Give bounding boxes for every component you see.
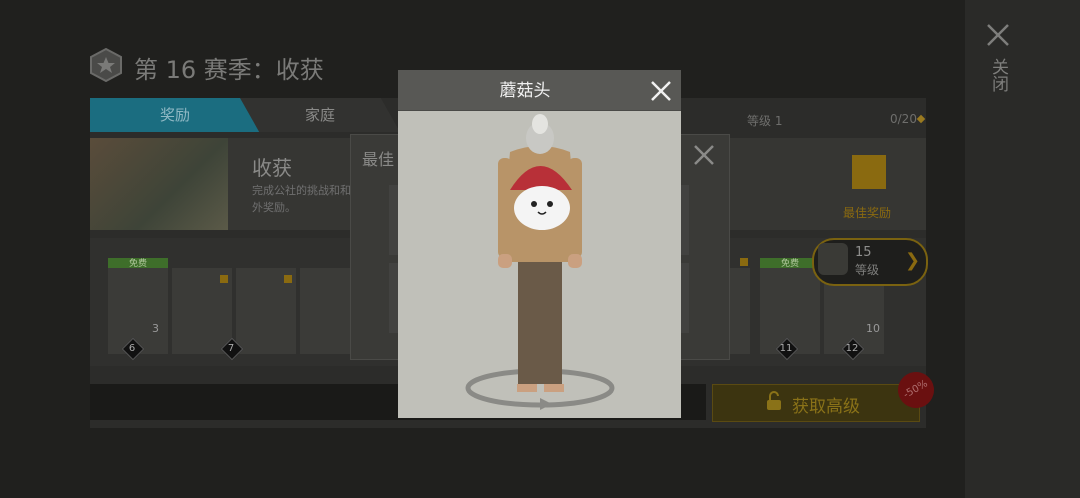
unlock-icon	[767, 391, 781, 410]
best-reward-label[interactable]: 最佳奖励	[843, 204, 891, 221]
get-premium-label[interactable]: 获取高级	[792, 392, 860, 417]
back-dialog-title: 最佳	[362, 150, 395, 169]
lock-icon	[284, 275, 292, 283]
season-banner-art	[90, 138, 228, 230]
level-pill-label: 等级	[855, 263, 880, 277]
character-model[interactable]	[440, 112, 640, 418]
level-progress: 0/20	[890, 112, 917, 126]
level-pill-value: 15	[855, 245, 872, 260]
lock-icon	[220, 275, 228, 283]
tab-family[interactable]: 家庭	[240, 98, 400, 132]
tier-number: 6	[128, 343, 136, 354]
season-title: 第 16 赛季：收获	[134, 56, 324, 84]
close-icon[interactable]	[692, 143, 716, 167]
close-icon[interactable]	[650, 80, 672, 102]
close-icon[interactable]	[985, 22, 1011, 48]
backpack-icon	[818, 243, 848, 275]
lock-icon	[740, 258, 748, 266]
item-count: 10	[866, 322, 880, 335]
best-reward-icon[interactable]	[852, 155, 886, 189]
right-panel	[965, 0, 1080, 498]
tab-rewards[interactable]: 奖励	[90, 98, 260, 132]
tier-number: 12	[845, 343, 859, 354]
close-label[interactable]: 关闭	[986, 58, 1008, 92]
reward-slot[interactable]	[728, 268, 750, 354]
dialog-title: 蘑菇头	[499, 81, 551, 101]
item-count: 3	[152, 322, 159, 335]
chevron-right-icon[interactable]: ❯	[905, 250, 920, 271]
banner-title: 收获	[252, 156, 292, 180]
tier-number: 7	[227, 343, 235, 354]
level-label: 等级 1	[747, 114, 783, 128]
reward-slot[interactable]	[300, 268, 350, 354]
tier-number: 11	[779, 343, 793, 354]
season-badge-icon	[90, 48, 122, 82]
reward-slot[interactable]	[108, 268, 168, 354]
banner-description: 完成公社的挑战和和额外奖励。	[252, 184, 362, 214]
